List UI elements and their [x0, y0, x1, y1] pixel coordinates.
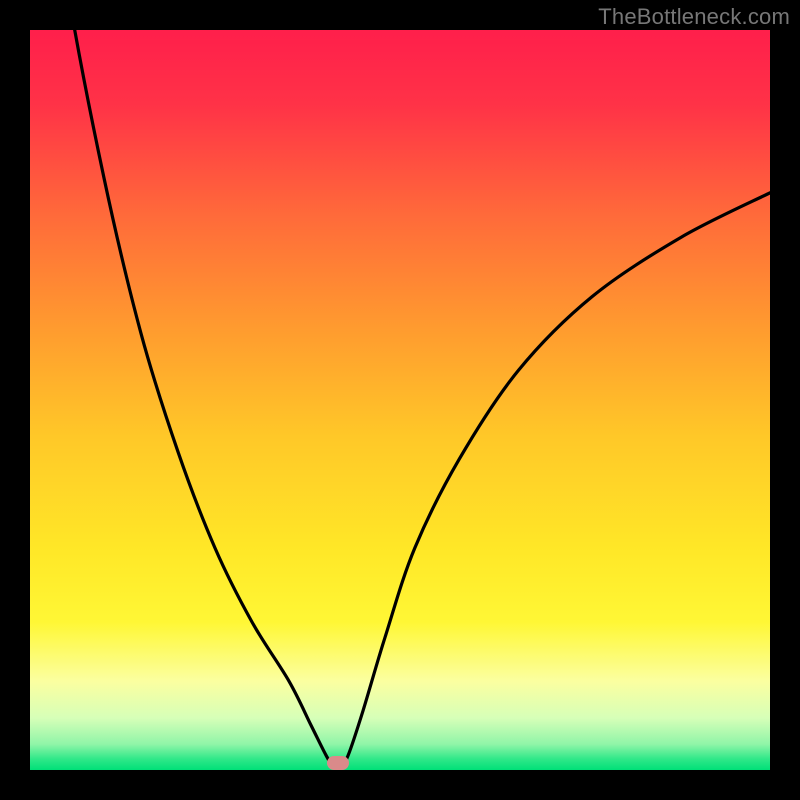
- bottleneck-curve: [30, 30, 770, 770]
- plot-area: [30, 30, 770, 770]
- optimum-marker: [327, 756, 349, 770]
- watermark-text: TheBottleneck.com: [598, 4, 790, 30]
- chart-frame: TheBottleneck.com: [0, 0, 800, 800]
